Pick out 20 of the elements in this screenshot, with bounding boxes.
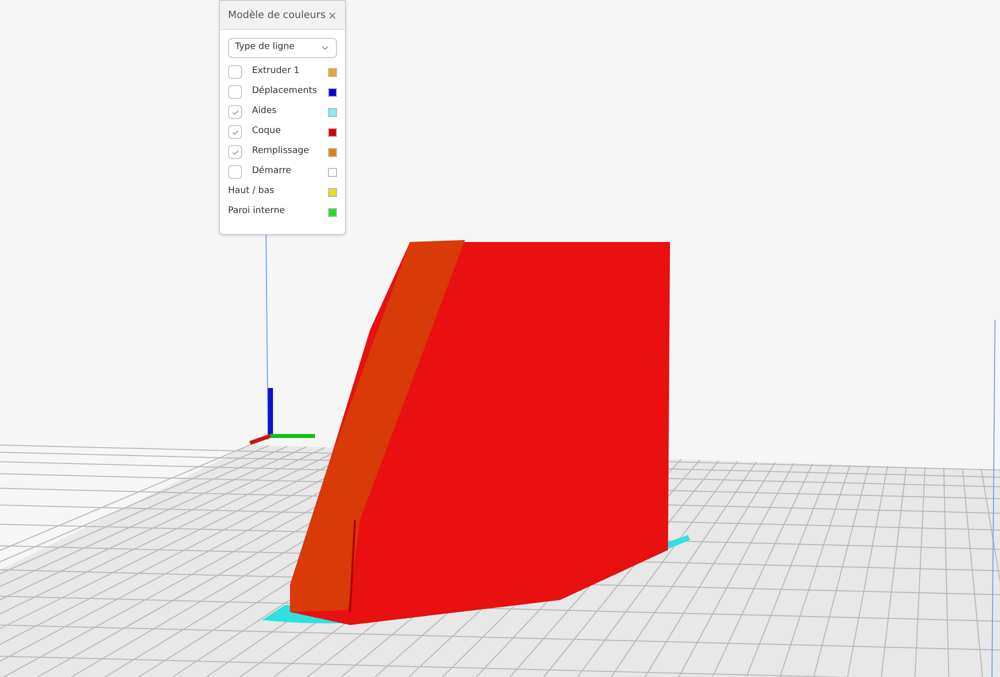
legend-label: Remplissage: [252, 145, 310, 158]
panel-title: Modèle de couleurs: [228, 8, 326, 22]
legend-label: Démarre: [252, 165, 292, 178]
check-icon: [232, 148, 238, 156]
legend-label: Paroi interne: [228, 205, 286, 218]
checkbox[interactable]: [228, 165, 242, 179]
legend-label: Extruder 1: [252, 65, 300, 78]
checkbox[interactable]: [228, 125, 242, 139]
line-type-dropdown[interactable]: Type de ligne: [228, 38, 337, 58]
legend-label: Haut / bas: [228, 185, 276, 198]
close-button[interactable]: ×: [328, 10, 337, 20]
check-icon: [232, 108, 238, 116]
checkbox[interactable]: [228, 85, 242, 99]
checkbox[interactable]: [228, 145, 242, 159]
legend-label: Coque: [252, 125, 282, 138]
checkbox[interactable]: [228, 65, 242, 79]
check-icon: [232, 128, 238, 136]
checkbox[interactable]: [228, 105, 242, 119]
legend-label: Déplacements: [252, 85, 318, 98]
legend-label: Aides: [252, 105, 278, 118]
